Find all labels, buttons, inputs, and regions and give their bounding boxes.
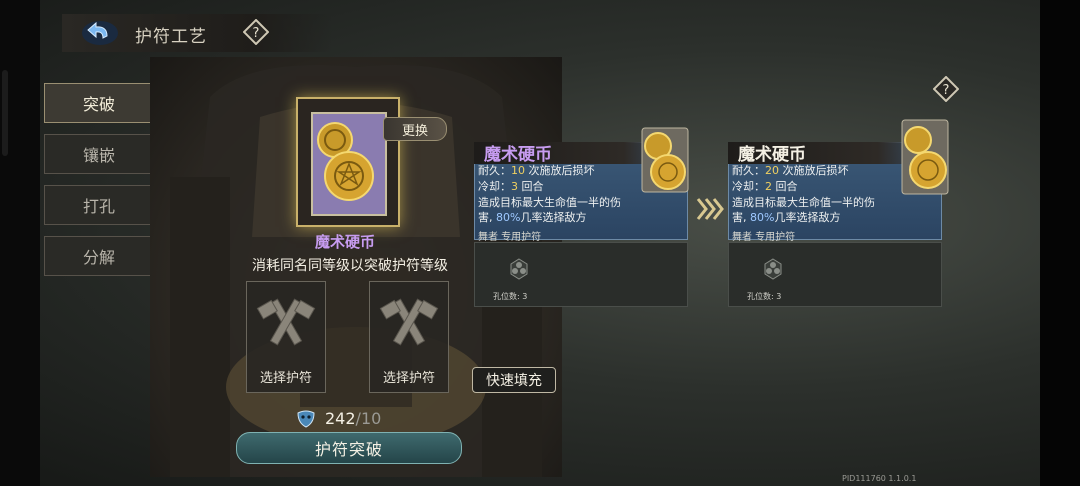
socket-icon bbox=[510, 258, 528, 280]
back-arrow-button[interactable] bbox=[80, 18, 120, 48]
menu-breakthrough-tab[interactable]: 突破 bbox=[44, 83, 154, 123]
cooldown-value: 3 bbox=[511, 180, 518, 193]
help-button[interactable]: ? bbox=[242, 18, 270, 46]
svg-text:?: ? bbox=[253, 26, 260, 41]
socket-icon bbox=[764, 258, 782, 280]
current-amulet-panel: 魔术硬币 耐久：10 次施放后损坏 冷却：3 回合 造成目标最大生命值一半的伤 … bbox=[474, 127, 689, 307]
magic-coin-icon bbox=[317, 122, 374, 201]
cooldown-value: 2 bbox=[765, 180, 772, 193]
durability-line: 耐久：10 次施放后损坏 bbox=[478, 162, 595, 178]
back-arrow-icon bbox=[82, 21, 118, 45]
durability-suffix: 次施放后损坏 bbox=[779, 164, 849, 177]
effect-prefix: 害, bbox=[732, 211, 750, 224]
effect-suffix: 几率选择敌方 bbox=[520, 211, 587, 224]
cooldown-label: 冷却： bbox=[732, 180, 765, 193]
swap-button[interactable]: 更换 bbox=[383, 117, 447, 141]
socket-box: 孔位数: 3 bbox=[728, 242, 942, 307]
effect-line-2: 害, 80%几率选择敌方 bbox=[732, 209, 840, 225]
slot-label: 选择护符 bbox=[382, 371, 435, 386]
amulet-card bbox=[311, 112, 387, 216]
cooldown-line: 冷却：2 回合 bbox=[732, 178, 798, 194]
durability-label: 耐久： bbox=[732, 164, 765, 177]
effect-line-1: 造成目标最大生命值一半的伤 bbox=[478, 196, 621, 209]
select-amulet-slot-2[interactable]: 选择护符 bbox=[369, 281, 449, 393]
help-icon: ? bbox=[242, 18, 270, 46]
role-label: 舞者 专用护符 bbox=[732, 232, 796, 243]
effect-suffix: 几率选择敌方 bbox=[774, 211, 841, 224]
select-amulet-slot-1[interactable]: 选择护符 bbox=[246, 281, 326, 393]
hole-count-label: 孔位数: 3 bbox=[747, 292, 782, 301]
help-icon: ? bbox=[932, 75, 960, 103]
hole-count-label: 孔位数: 3 bbox=[493, 292, 528, 301]
cooldown-suffix: 回合 bbox=[772, 180, 798, 193]
mask-icon bbox=[297, 410, 315, 428]
upgraded-amulet-panel: 魔术硬币 耐久：20 次施放后损坏 冷却：2 回合 造成目标最大生命值一半的伤 … bbox=[728, 119, 949, 307]
effect-prefix: 害, bbox=[478, 211, 496, 224]
durability-suffix: 次施放后损坏 bbox=[525, 164, 595, 177]
hammer-icon bbox=[379, 298, 439, 346]
material-current: 242 bbox=[325, 408, 356, 428]
durability-label: 耐久： bbox=[478, 164, 511, 177]
amulet-breakthrough-button[interactable]: 护符突破 bbox=[236, 432, 462, 464]
left-bezel bbox=[0, 0, 40, 486]
durability-value: 20 bbox=[765, 164, 779, 177]
socket-box: 孔位数: 3 bbox=[474, 242, 688, 307]
page-title: 护符工艺 bbox=[135, 27, 207, 47]
quick-fill-button[interactable]: 快速填充 bbox=[472, 367, 556, 393]
cooldown-line: 冷却：3 回合 bbox=[478, 178, 544, 194]
coin-card-thumb bbox=[640, 126, 692, 196]
durability-line: 耐久：20 次施放后损坏 bbox=[732, 162, 849, 178]
magic-coin-icon bbox=[901, 119, 949, 195]
cooldown-label: 冷却： bbox=[478, 180, 511, 193]
edge-notch bbox=[2, 70, 8, 156]
upgrade-arrow-icon bbox=[696, 198, 724, 220]
effect-percent: 80% bbox=[750, 211, 775, 224]
material-required: 10 bbox=[360, 408, 382, 428]
menu-decompose-tab[interactable]: 分解 bbox=[44, 236, 154, 276]
effect-percent: 80% bbox=[496, 211, 521, 224]
menu-inlay-tab[interactable]: 镶嵌 bbox=[44, 134, 154, 174]
panel-help-button[interactable]: ? bbox=[932, 75, 960, 103]
slot-label: 选择护符 bbox=[259, 371, 312, 386]
build-id: PID111760 1.1.0.1 bbox=[842, 474, 917, 483]
role-label: 舞者 专用护符 bbox=[478, 232, 542, 243]
magic-coin-icon bbox=[641, 127, 689, 193]
svg-text:?: ? bbox=[943, 83, 950, 98]
right-bezel bbox=[1040, 0, 1080, 486]
card-name: 魔术硬币 bbox=[314, 233, 375, 251]
effect-line-1: 造成目标最大生命值一半的伤 bbox=[732, 196, 875, 209]
coin-card-thumb bbox=[900, 118, 952, 195]
effect-line-2: 害, 80%几率选择敌方 bbox=[478, 209, 586, 225]
cooldown-suffix: 回合 bbox=[518, 180, 544, 193]
durability-value: 10 bbox=[511, 164, 525, 177]
breakthrough-description: 消耗同名同等级以突破护符等级 bbox=[252, 258, 448, 274]
menu-punch-tab[interactable]: 打孔 bbox=[44, 185, 154, 225]
hammer-icon bbox=[256, 298, 316, 346]
material-count: 242 / 10 bbox=[295, 407, 381, 429]
